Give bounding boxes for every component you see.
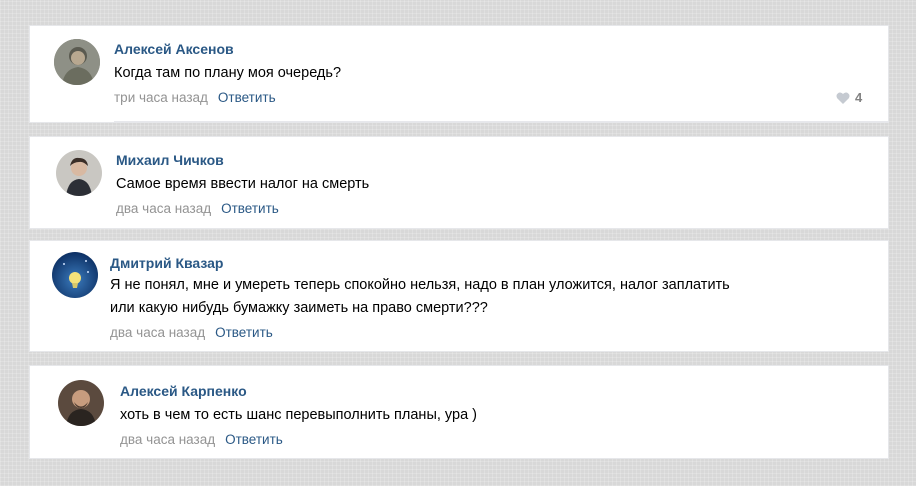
divider [114,121,888,122]
avatar[interactable] [52,252,98,298]
comment-card: Алексей Аксенов Когда там по плану моя о… [30,26,888,122]
avatar[interactable] [58,380,104,426]
comment-time[interactable]: три часа назад [114,90,208,105]
comment-text-line-2: или какую нибудь бумажку заиметь на прав… [110,300,488,316]
comment-text: Самое время ввести налог на смерть [116,176,370,192]
avatar-photo-icon [54,39,100,85]
reply-button[interactable]: Ответить [215,325,273,340]
comment-time[interactable]: два часа назад [120,432,215,447]
comment-meta: два часа назад Ответить [120,432,283,447]
reply-button[interactable]: Ответить [221,201,279,216]
avatar-photo-icon [52,252,98,298]
avatar-photo-icon [56,150,102,196]
avatar[interactable] [54,39,100,85]
comment-meta: два часа назад Ответить [116,201,279,216]
comment-meta: два часа назад Ответить [110,325,273,340]
comment-author[interactable]: Михаил Чичков [116,152,224,168]
comment-author[interactable]: Дмитрий Квазар [110,255,223,271]
like-button[interactable]: 4 [836,90,862,105]
comment-text: хоть в чем то есть шанс перевыполнить пл… [120,407,477,423]
like-count: 4 [855,90,863,105]
avatar-photo-icon [58,380,104,426]
reply-button[interactable]: Ответить [225,432,283,447]
comment-time[interactable]: два часа назад [110,325,205,340]
comment-card: Алексей Карпенко хоть в чем то есть шанс… [30,366,888,458]
comment-meta: три часа назад Ответить [114,90,276,105]
comment-text: Когда там по плану моя очередь? [114,65,342,81]
comment-card: Дмитрий Квазар Я не понял, мне и умереть… [30,241,888,351]
comment-text-line-1: Я не понял, мне и умереть теперь спокойн… [110,277,730,293]
reply-button[interactable]: Ответить [218,90,276,105]
comment-card: Михаил Чичков Самое время ввести налог н… [30,137,888,228]
avatar[interactable] [56,150,102,196]
comment-author[interactable]: Алексей Аксенов [114,41,234,57]
heart-icon [836,92,850,104]
comment-author[interactable]: Алексей Карпенко [120,383,247,399]
comment-time[interactable]: два часа назад [116,201,211,216]
